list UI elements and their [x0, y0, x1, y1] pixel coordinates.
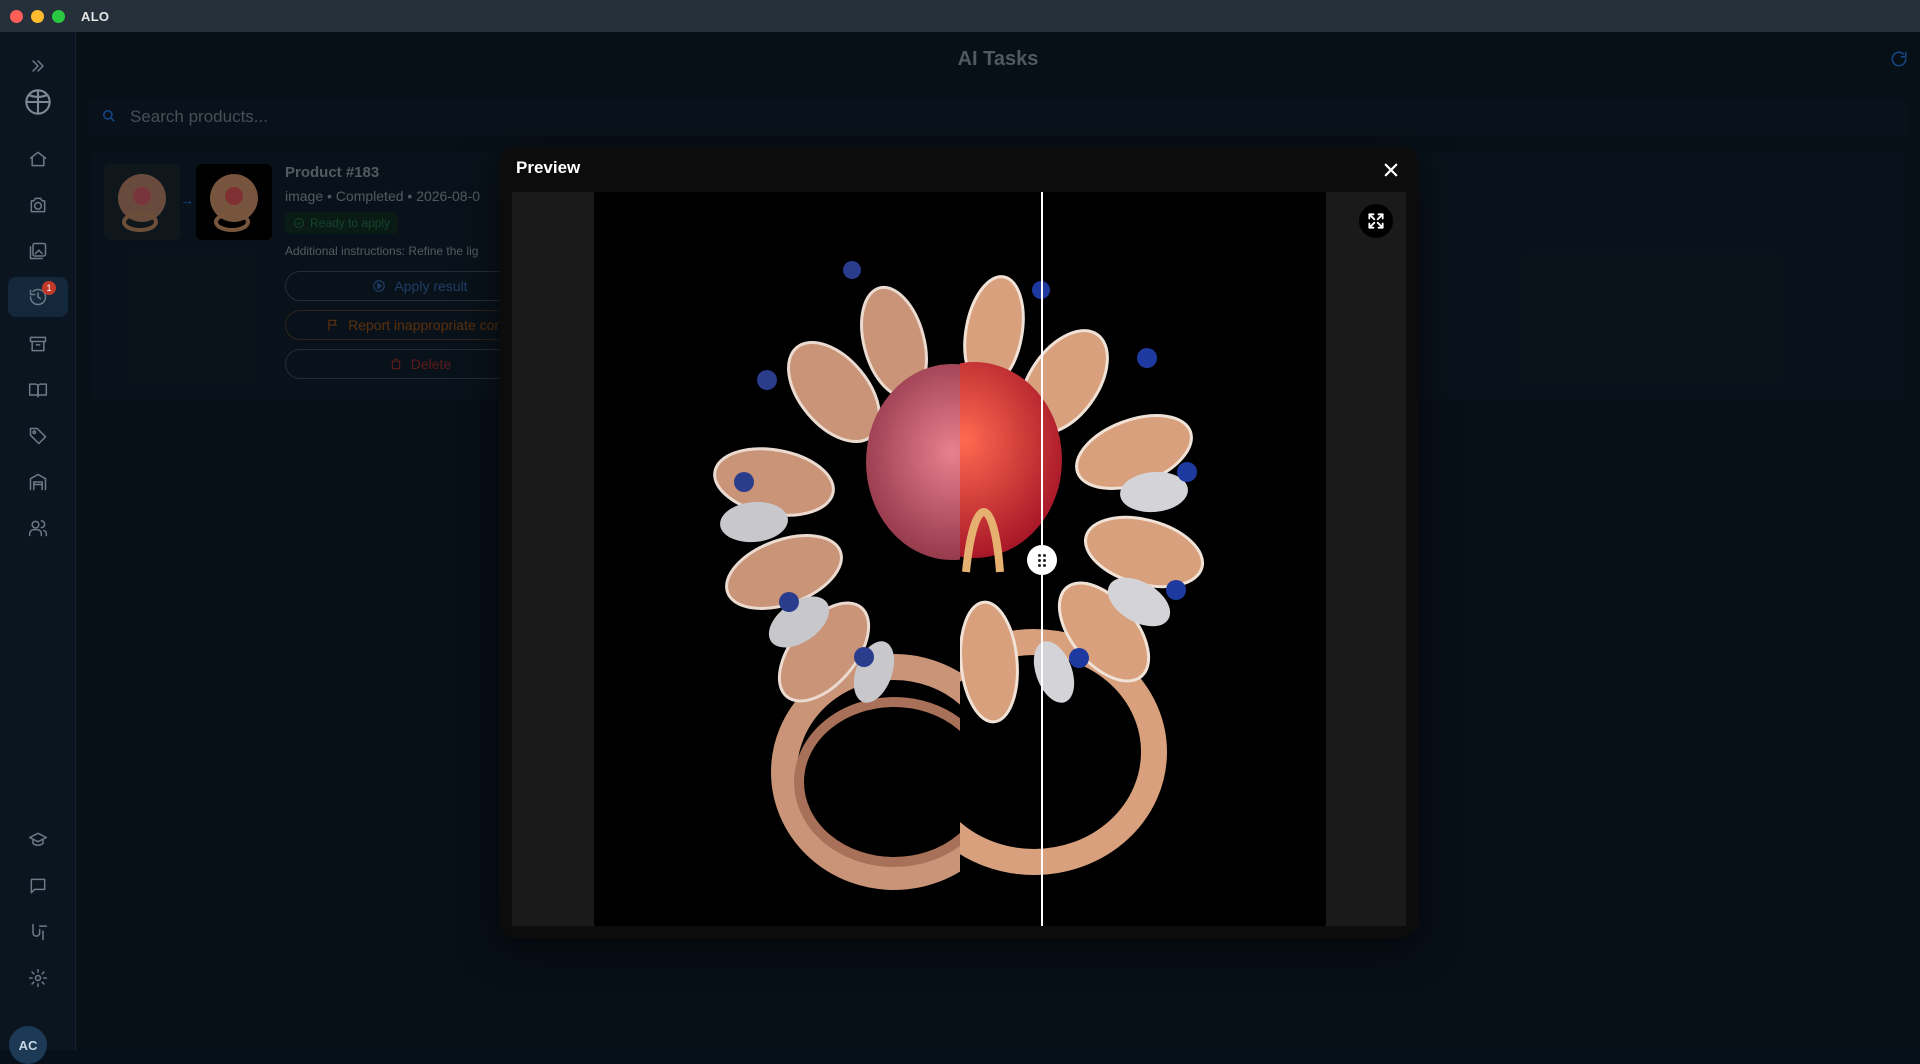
globe-logo-icon[interactable] [8, 82, 68, 122]
app-title: ALO [81, 8, 110, 24]
gear-icon[interactable] [8, 958, 68, 998]
sidebar: 1 AC [0, 32, 76, 1064]
fullscreen-icon[interactable] [1359, 204, 1393, 238]
chevrons-right-icon[interactable] [8, 46, 68, 86]
ring-preview-image [713, 261, 1205, 890]
window-controls [10, 9, 65, 23]
avatar[interactable]: AC [9, 1026, 47, 1064]
comparison-image-area [594, 192, 1326, 926]
chat-icon[interactable] [8, 866, 68, 906]
close-icon[interactable] [1379, 158, 1403, 182]
gallery-icon[interactable] [8, 231, 68, 271]
close-window-button[interactable] [10, 9, 23, 23]
history-icon[interactable]: 1 [8, 277, 68, 317]
modal-title: Preview [516, 158, 581, 177]
comparison-viewer [512, 192, 1406, 926]
app-window: ALO 1 AC AI Tasks Search products... → P… [0, 0, 1920, 1064]
warehouse-icon[interactable] [8, 462, 68, 502]
graduation-cap-icon[interactable] [8, 820, 68, 860]
minimize-window-button[interactable] [31, 9, 44, 23]
users-icon[interactable] [8, 508, 68, 548]
tag-icon[interactable] [8, 416, 68, 456]
integrations-icon[interactable] [8, 912, 68, 952]
archive-icon[interactable] [8, 324, 68, 364]
book-icon[interactable] [8, 370, 68, 410]
title-bar: ALO [0, 0, 1920, 32]
preview-modal: Preview [499, 146, 1419, 938]
zoom-window-button[interactable] [52, 9, 65, 23]
camera-icon[interactable] [8, 185, 68, 225]
home-icon[interactable] [8, 139, 68, 179]
comparison-slider-handle[interactable] [1027, 545, 1057, 575]
notification-badge: 1 [42, 281, 56, 295]
